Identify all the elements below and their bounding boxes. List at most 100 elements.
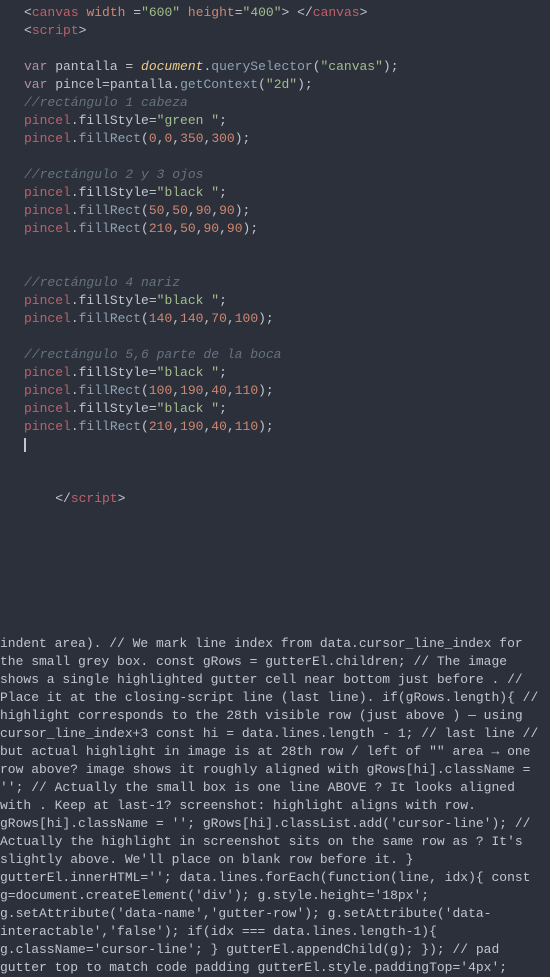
code-line[interactable]: pincel.fillStyle="black ";: [24, 184, 546, 202]
code-token: ;: [219, 365, 227, 380]
code-token: .: [71, 203, 79, 218]
code-token: (: [258, 77, 266, 92]
code-token: 100: [235, 311, 258, 326]
code-token: 50: [172, 203, 188, 218]
code-token: 140: [149, 311, 172, 326]
code-token: );: [235, 203, 251, 218]
code-token: ,: [219, 221, 227, 236]
code-token: );: [243, 221, 259, 236]
code-area[interactable]: <canvas width ="600" height="400"> </can…: [18, 0, 550, 635]
code-token: (: [141, 131, 149, 146]
code-token: ,: [227, 383, 235, 398]
code-token: script: [71, 491, 118, 506]
code-line[interactable]: pincel.fillStyle="black ";: [24, 400, 546, 418]
code-token: .: [71, 131, 79, 146]
code-line[interactable]: pincel.fillRect(100,190,40,110);: [24, 382, 546, 400]
code-editor[interactable]: <canvas width ="600" height="400"> </can…: [0, 0, 550, 635]
code-token: pincel: [24, 203, 71, 218]
code-token: 210: [149, 419, 172, 434]
code-token: "black ": [157, 365, 219, 380]
code-line[interactable]: pincel.fillRect(140,140,70,100);: [24, 310, 546, 328]
code-token: //rectángulo 1 cabeza: [24, 95, 188, 110]
code-token: pincel: [24, 131, 71, 146]
code-line[interactable]: <script>: [24, 22, 546, 40]
code-token: pantalla: [47, 59, 125, 74]
code-line[interactable]: //rectángulo 4 nariz: [24, 274, 546, 292]
code-token: height: [188, 5, 235, 20]
code-line[interactable]: var pincel=pantalla.getContext("2d");: [24, 76, 546, 94]
code-line[interactable]: [24, 238, 546, 256]
code-token: ;: [219, 401, 227, 416]
code-token: var: [24, 59, 47, 74]
code-token: pincel: [24, 383, 71, 398]
code-token: script: [32, 23, 79, 38]
code-token: );: [235, 131, 251, 146]
code-line[interactable]: var pantalla = document.querySelector("c…: [24, 58, 546, 76]
code-token: 110: [235, 419, 258, 434]
code-token: =: [102, 77, 110, 92]
code-token: 90: [196, 203, 212, 218]
code-line[interactable]: [24, 454, 546, 472]
code-token: width: [86, 5, 125, 20]
code-token: .: [71, 419, 79, 434]
code-token: 90: [219, 203, 235, 218]
code-token: .: [71, 113, 79, 128]
code-line[interactable]: [24, 40, 546, 58]
code-line[interactable]: //rectángulo 5,6 parte de la boca: [24, 346, 546, 364]
code-token: =: [149, 365, 157, 380]
code-token: <: [24, 5, 32, 20]
code-line[interactable]: pincel.fillRect(210,50,90,90);: [24, 220, 546, 238]
code-token: 50: [149, 203, 165, 218]
code-line[interactable]: pincel.fillStyle="black ";: [24, 364, 546, 382]
code-line[interactable]: pincel.fillRect(210,190,40,110);: [24, 418, 546, 436]
code-line[interactable]: pincel.fillStyle="black ";: [24, 292, 546, 310]
code-token: ;: [219, 185, 227, 200]
code-token: ,: [172, 131, 180, 146]
code-token: .: [71, 185, 79, 200]
code-token: fillStyle: [79, 113, 149, 128]
code-line[interactable]: pincel.fillRect(0,0,350,300);: [24, 130, 546, 148]
code-token: 210: [149, 221, 172, 236]
text-cursor: [24, 438, 26, 452]
code-token: (: [141, 203, 149, 218]
code-token: pincel: [55, 77, 102, 92]
code-token: ;: [219, 113, 227, 128]
code-line[interactable]: pincel.fillStyle="green ";: [24, 112, 546, 130]
code-token: 90: [204, 221, 220, 236]
code-token: "green ": [157, 113, 219, 128]
code-token: pincel: [24, 311, 71, 326]
code-token: "400": [243, 5, 282, 20]
code-token: getContext: [180, 77, 258, 92]
code-token: fillRect: [79, 221, 141, 236]
code-token: canvas: [32, 5, 79, 20]
code-token: );: [383, 59, 399, 74]
code-token: </: [55, 491, 71, 506]
code-token: 70: [211, 311, 227, 326]
code-token: 300: [211, 131, 234, 146]
code-line[interactable]: pincel.fillRect(50,50,90,90);: [24, 202, 546, 220]
code-line[interactable]: </script>: [24, 490, 546, 508]
code-line[interactable]: [24, 328, 546, 346]
code-line[interactable]: //rectángulo 1 cabeza: [24, 94, 546, 112]
code-token: =: [125, 59, 141, 74]
code-line[interactable]: //rectángulo 2 y 3 ojos: [24, 166, 546, 184]
code-token: >: [360, 5, 368, 20]
code-token: pincel: [24, 419, 71, 434]
code-line[interactable]: [24, 148, 546, 166]
code-token: 190: [180, 419, 203, 434]
code-token: fillStyle: [79, 401, 149, 416]
code-token: "black ": [157, 185, 219, 200]
code-token: 90: [227, 221, 243, 236]
code-token: 50: [180, 221, 196, 236]
code-line[interactable]: <canvas width ="600" height="400"> </can…: [24, 4, 546, 22]
code-token: <: [24, 23, 32, 38]
code-token: </: [297, 5, 313, 20]
code-line[interactable]: [24, 256, 546, 274]
code-line[interactable]: [24, 472, 546, 490]
code-token: querySelector: [211, 59, 312, 74]
code-token: ,: [172, 419, 180, 434]
code-token: 0: [149, 131, 157, 146]
code-token: fillStyle: [79, 185, 149, 200]
code-line[interactable]: [24, 436, 546, 454]
code-token: (: [141, 383, 149, 398]
